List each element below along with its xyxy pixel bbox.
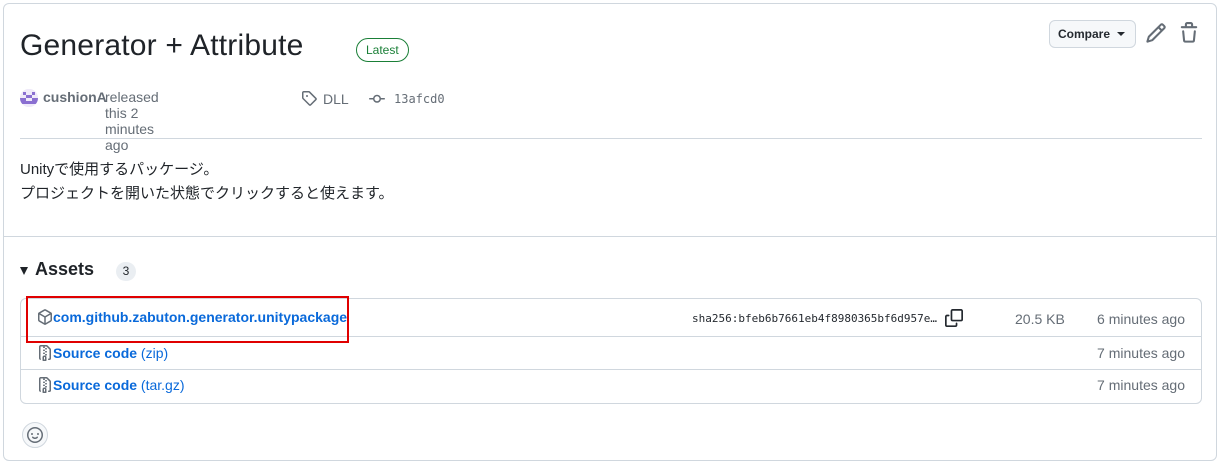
release-card: Generator + Attribute Latest Compare cus… <box>3 3 1217 461</box>
smiley-icon <box>27 427 43 446</box>
commit-link[interactable]: 13afcd0 <box>394 92 445 106</box>
chevron-down-icon <box>1117 32 1125 36</box>
asset-time: 7 minutes ago <box>1097 377 1185 393</box>
compare-label: Compare <box>1058 27 1111 41</box>
file-zip-icon <box>37 377 53 396</box>
list-item: Source code (tar.gz) 7 minutes ago <box>21 370 1201 403</box>
release-title[interactable]: Generator + Attribute <box>20 26 304 66</box>
link-suffix: (zip) <box>140 345 169 361</box>
highlight-box <box>26 296 349 343</box>
divider <box>4 236 1216 237</box>
divider <box>20 138 1202 139</box>
sha-digest: sha256:bfeb6b7661eb4f8980365bf6d957e… <box>692 312 938 325</box>
asset-size: 20.5 KB <box>1015 311 1065 327</box>
tag-link[interactable]: DLL <box>323 91 349 107</box>
add-reaction-button[interactable] <box>22 422 48 448</box>
tag-icon <box>301 90 317 109</box>
source-code-targz-link[interactable]: Source code (tar.gz) <box>53 377 185 393</box>
asset-time: 7 minutes ago <box>1097 345 1185 361</box>
trash-icon[interactable] <box>1178 22 1200 44</box>
avatar[interactable] <box>20 89 38 107</box>
author-link[interactable]: cushionA <box>43 89 107 105</box>
pencil-icon[interactable] <box>1145 22 1167 44</box>
assets-count-badge: 3 <box>116 262 136 281</box>
file-zip-icon <box>37 345 53 364</box>
released-text: released this 2 minutes ago <box>105 89 159 153</box>
description-line: Unityで使用するパッケージ。 <box>20 161 219 178</box>
link-label: Source code <box>53 377 138 393</box>
compare-button[interactable]: Compare <box>1049 20 1136 48</box>
description-line: プロジェクトを開いた状態でクリックすると使えます。 <box>20 185 394 202</box>
link-label: Source code <box>53 345 138 361</box>
latest-badge: Latest <box>356 38 409 62</box>
assets-title: Assets <box>35 259 95 279</box>
triangle-down-icon <box>20 267 28 275</box>
asset-time: 6 minutes ago <box>1097 311 1185 327</box>
release-description: Unityで使用するパッケージ。 プロジェクトを開いた状態でクリックすると使えま… <box>20 158 394 206</box>
source-code-zip-link[interactable]: Source code (zip) <box>53 345 168 361</box>
link-suffix: (tar.gz) <box>140 377 185 393</box>
copy-icon[interactable] <box>945 309 963 330</box>
git-commit-icon <box>369 91 385 110</box>
